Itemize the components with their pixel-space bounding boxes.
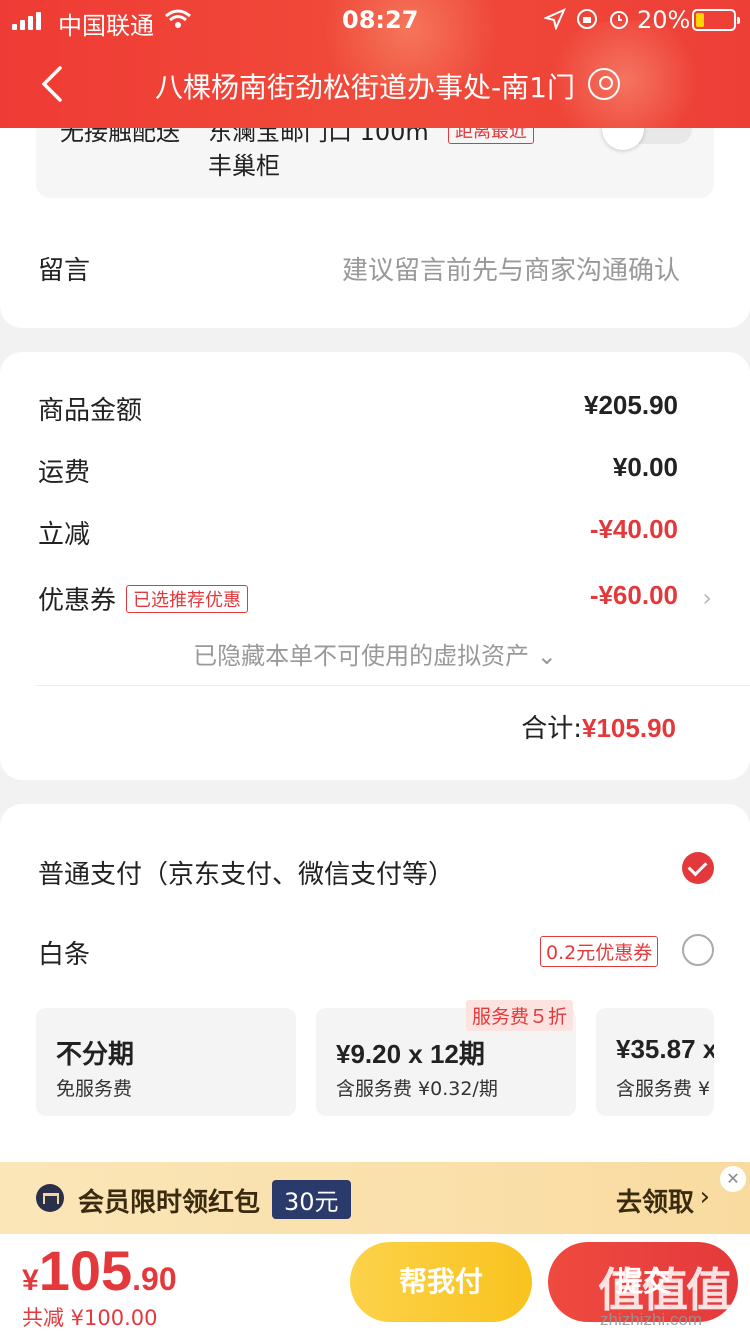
final-price: ¥105.90 <box>22 1238 177 1303</box>
promo-amount: 30元 <box>272 1180 351 1219</box>
shipping-value: ¥0.00 <box>612 452 678 482</box>
total-label: 合计: <box>521 714 583 744</box>
price-summary-card: 商品金额 ¥205.90 运费 ¥0.00 立减 -¥40.00 优惠券 已选推荐… <box>0 352 750 780</box>
page-title: 八棵杨南街劲松街道办事处-南1门 <box>155 71 575 104</box>
delivery-address-line2: 丰巢柜 <box>208 152 280 180</box>
battery-icon <box>692 9 740 31</box>
goods-amount-row: 商品金额 ¥205.90 <box>38 390 678 427</box>
installment-sub: 含服务费 ¥0.32/期 <box>336 1078 498 1100</box>
vip-crown-icon <box>36 1184 64 1212</box>
message-label: 留言 <box>38 256 91 286</box>
vip-promo-banner[interactable]: 会员限时领红包 30元 去领取 › ✕ <box>0 1162 750 1234</box>
discount-row: 立减 -¥40.00 <box>38 514 678 551</box>
installment-title: ¥35.87 x <box>616 1034 714 1064</box>
delivery-message-card: 无接触配送 东澜宝邮门口 100m 距离最近 丰巢柜 留言 建议留言前先与商家沟… <box>0 100 750 328</box>
installment-sub: 含服务费 ¥ <box>616 1078 711 1100</box>
goods-amount-value: ¥205.90 <box>584 390 678 420</box>
chevron-right-icon: › <box>699 1182 710 1212</box>
battery-percent: 20% <box>637 6 691 34</box>
divider <box>36 685 750 686</box>
rotation-lock-icon <box>577 9 597 29</box>
saved-amount: 共减 ¥100.00 <box>22 1306 158 1330</box>
discount-label: 立减 <box>38 520 91 550</box>
location-arrow-icon <box>544 8 566 30</box>
claim-link[interactable]: 去领取 <box>616 1182 694 1219</box>
shipping-label: 运费 <box>38 458 91 488</box>
coupon-badge: 已选推荐优惠 <box>126 585 249 613</box>
coupon-row[interactable]: 优惠券 已选推荐优惠 -¥60.00 › <box>38 580 712 617</box>
close-icon[interactable]: ✕ <box>720 1166 746 1192</box>
installment-option-partial[interactable]: ¥35.87 x 含服务费 ¥ <box>596 1008 714 1116</box>
payment-card: 普通支付（京东支付、微信支付等） 白条 0.2元优惠券 不分期 免服务费 ¥9.… <box>0 804 750 1224</box>
alarm-icon <box>610 11 628 29</box>
help-me-pay-button[interactable]: 帮我付 <box>350 1242 532 1322</box>
shipping-row: 运费 ¥0.00 <box>38 452 678 489</box>
coupon-label: 优惠券 <box>38 586 117 616</box>
installment-title: ¥9.20 x 12期 <box>336 1039 485 1069</box>
price-decimal: .90 <box>132 1261 177 1297</box>
total-value: ¥105.90 <box>582 713 676 743</box>
currency-symbol: ¥ <box>22 1264 39 1297</box>
location-pin-icon[interactable] <box>588 68 620 100</box>
normal-payment-label[interactable]: 普通支付（京东支付、微信支付等） <box>38 854 454 891</box>
header-bar: 中国联通 08:27 20% 八棵杨南街劲松街道办事处-南1门 <box>0 0 750 128</box>
goods-amount-label: 商品金额 <box>38 396 143 426</box>
coupon-value: -¥60.00 <box>589 580 678 610</box>
signal-icon <box>12 12 41 30</box>
clock: 08:27 <box>342 6 419 34</box>
promo-text: 会员限时领红包 <box>78 1188 261 1218</box>
baitiao-label[interactable]: 白条 <box>38 934 90 971</box>
discount-value: -¥40.00 <box>589 514 678 544</box>
chevron-right-icon: › <box>702 584 712 612</box>
installment-option-none[interactable]: 不分期 免服务费 <box>36 1008 296 1116</box>
hidden-assets-toggle[interactable]: 已隐藏本单不可使用的虚拟资产 ⌄ <box>0 636 750 671</box>
check-circle-icon[interactable] <box>682 852 714 884</box>
price-integer: 105 <box>38 1239 133 1302</box>
wifi-icon <box>165 9 191 28</box>
radio-circle-icon[interactable] <box>682 934 714 966</box>
status-bar: 中国联通 08:27 20% <box>0 0 750 40</box>
total-row: 合计:¥105.90 <box>521 708 676 745</box>
installment-title: 不分期 <box>56 1039 135 1069</box>
installment-sub: 免服务费 <box>56 1078 133 1100</box>
service-fee-tag: 服务费５折 <box>466 1000 574 1031</box>
message-input[interactable]: 建议留言前先与商家沟通确认 <box>342 250 680 287</box>
carrier-label: 中国联通 <box>58 12 154 40</box>
checkout-bar: ¥105.90 共减 ¥100.00 帮我付 提交 值值值 zhizhizhi.… <box>0 1234 750 1334</box>
watermark-url: zhizhizhi.com <box>600 1310 703 1329</box>
baitiao-coupon-badge: 0.2元优惠券 <box>540 936 659 967</box>
